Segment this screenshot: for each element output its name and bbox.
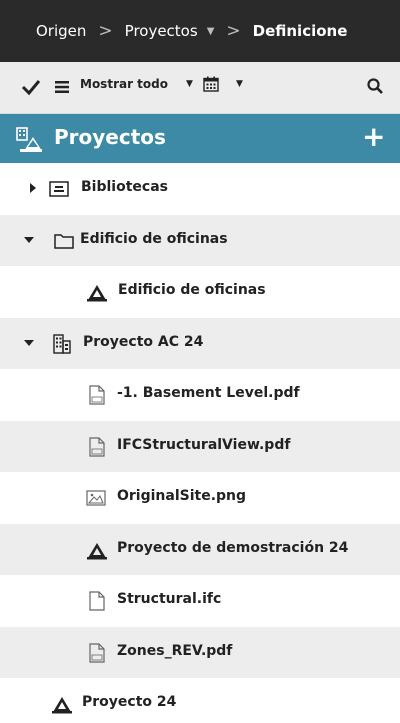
tree-item-label: Bibliotecas <box>81 179 168 195</box>
breadcrumb-origen[interactable]: Origen <box>36 22 86 40</box>
tree-item-bibliotecas[interactable]: Bibliotecas <box>0 163 400 215</box>
folder-icon <box>54 233 74 249</box>
breadcrumb-separator: > <box>226 21 241 41</box>
tree-item-originalsite-png[interactable]: OriginalSite.png <box>0 472 400 524</box>
pdf-file-icon <box>89 436 105 457</box>
tree-item-basement-pdf[interactable]: -1. Basement Level.pdf <box>0 369 400 421</box>
library-box-icon <box>49 181 69 197</box>
tree-item-label: Edificio de oficinas <box>118 282 266 298</box>
caret-down-icon[interactable] <box>23 337 35 349</box>
pdf-file-icon <box>89 642 105 663</box>
check-icon[interactable] <box>20 76 42 98</box>
tree-item-proyecto-ac-24[interactable]: Proyecto AC 24 <box>0 317 400 369</box>
tree-item-label: Structural.ifc <box>117 591 222 607</box>
tree-item-label: OriginalSite.png <box>117 488 247 504</box>
tree-item-label: Proyecto de demostración 24 <box>117 539 349 556</box>
tree-item-label: Edificio de oficinas <box>80 230 228 247</box>
building-model-icon <box>52 697 72 714</box>
add-project-button[interactable]: + <box>362 123 385 151</box>
tree-item-label: Zones_REV.pdf <box>117 642 233 659</box>
building-model-icon <box>87 542 107 559</box>
list-view-icon[interactable] <box>54 79 70 95</box>
chevron-down-icon[interactable]: ▼ <box>236 79 243 89</box>
breadcrumb-proyectos[interactable]: Proyectos <box>125 22 198 40</box>
projects-icon <box>16 127 42 152</box>
tree-item-edificio-model[interactable]: Edificio de oficinas <box>0 266 400 318</box>
breadcrumb: Origen > Proyectos ▼ > Definicione <box>0 0 400 62</box>
tree-item-zones-rev-pdf[interactable]: Zones_REV.pdf <box>0 626 400 678</box>
tree-item-structural-ifc[interactable]: Structural.ifc <box>0 575 400 627</box>
tree-item-edificio-folder[interactable]: Edificio de oficinas <box>0 214 400 266</box>
building-model-icon <box>87 285 107 302</box>
projects-header: Proyectos + <box>0 114 400 163</box>
file-icon <box>89 591 105 611</box>
caret-down-icon[interactable] <box>23 234 35 246</box>
tree-item-label: Proyecto 24 <box>82 694 177 710</box>
tree-item-label: IFCStructuralView.pdf <box>117 436 291 453</box>
tree-item-label: -1. Basement Level.pdf <box>117 385 300 401</box>
tree-item-label: Proyecto AC 24 <box>83 333 204 350</box>
breadcrumb-dropdown-icon[interactable]: ▼ <box>207 26 215 37</box>
breadcrumb-current: Definicione <box>252 22 348 40</box>
tree-item-proyecto-demostracion-24[interactable]: Proyecto de demostración 24 <box>0 523 400 575</box>
toolbar: Mostrar todo ▼ ▼ <box>0 62 400 114</box>
caret-right-icon[interactable] <box>27 182 39 194</box>
tree-item-proyecto-24[interactable]: Proyecto 24 <box>0 678 400 723</box>
tree-item-ifcstructuralview-pdf[interactable]: IFCStructuralView.pdf <box>0 420 400 472</box>
panel-title: Proyectos <box>54 125 166 149</box>
chevron-down-icon[interactable]: ▼ <box>186 79 193 89</box>
image-file-icon <box>86 490 106 506</box>
pdf-file-icon <box>89 385 105 405</box>
show-all-filter[interactable]: Mostrar todo <box>80 77 168 91</box>
office-building-icon <box>53 333 71 354</box>
breadcrumb-separator: > <box>98 21 113 41</box>
search-icon[interactable] <box>366 77 384 95</box>
project-tree: Bibliotecas Edificio de oficinas Edifici… <box>0 163 400 723</box>
calendar-icon[interactable] <box>203 76 219 92</box>
